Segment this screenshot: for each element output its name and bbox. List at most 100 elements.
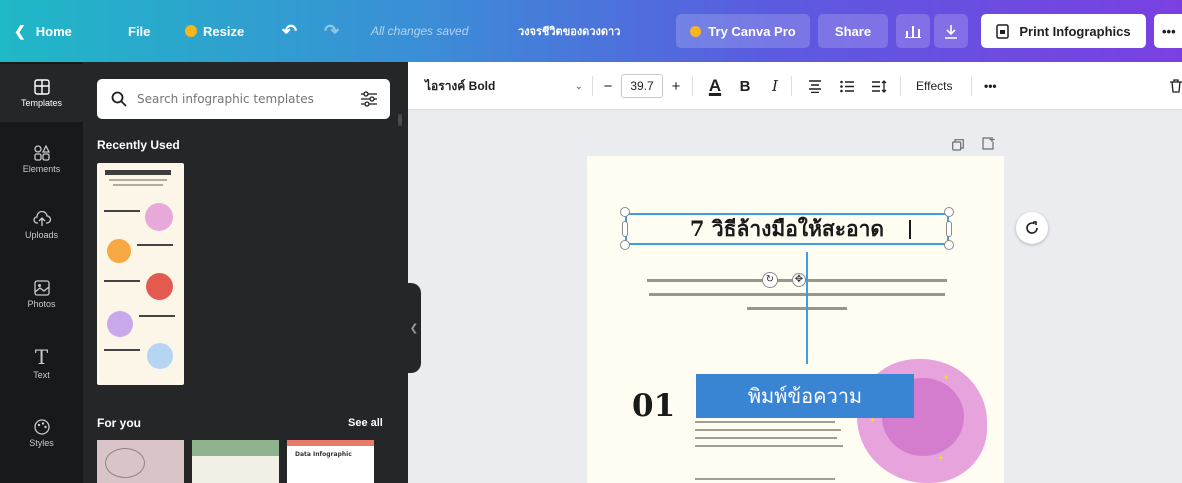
panel-scrollbar[interactable] — [398, 114, 402, 126]
chevron-down-icon: ⌄ — [574, 80, 583, 92]
trash-icon[interactable] — [1170, 62, 1182, 110]
divider — [971, 76, 972, 96]
file-menu[interactable]: File — [128, 0, 150, 62]
insights-icon[interactable] — [896, 14, 930, 48]
text-line — [649, 293, 945, 296]
italic-button[interactable]: I — [766, 62, 784, 110]
resize-handle[interactable] — [622, 221, 628, 237]
rail-item-text[interactable]: T Text — [0, 334, 83, 392]
text-icon: T — [34, 344, 49, 369]
footer-line — [695, 478, 835, 480]
search-input[interactable] — [137, 92, 342, 106]
canvas-page[interactable]: 7 วิธีล้างมือให้สะอาด ↻ ✥ ✦ ✦ ✦ 01 — [587, 156, 1004, 483]
text-color-button[interactable]: A — [706, 62, 724, 110]
filter-sliders-icon[interactable] — [360, 91, 378, 107]
recent-template-thumbnail[interactable] — [97, 163, 184, 385]
line-spacing-icon[interactable] — [870, 62, 888, 110]
search-box[interactable] — [97, 79, 390, 119]
text-line — [695, 429, 841, 431]
text-toolbar: ไอรางค์ Bold ⌄ − 39.7 + A B I Effects ••… — [408, 62, 1182, 110]
sparkle-icon: ✦ — [937, 454, 945, 464]
rail-label-templates: Templates — [20, 97, 63, 108]
home-label: Home — [35, 23, 72, 39]
redo-icon[interactable]: ↷ — [324, 0, 339, 62]
see-all-link[interactable]: See all — [348, 417, 383, 429]
crown-icon — [185, 25, 197, 37]
print-infographics-button[interactable]: Print Infographics — [981, 14, 1146, 48]
try-pro-label: Try Canva Pro — [708, 23, 796, 39]
thumb-row — [139, 315, 175, 327]
increase-font-size-button[interactable]: + — [666, 62, 686, 110]
font-family-dropdown[interactable]: ไอรางค์ Bold ⌄ — [425, 62, 583, 110]
rail-item-uploads[interactable]: Uploads — [0, 196, 83, 254]
thumb-caption: Data Infographic — [295, 451, 352, 458]
resize-handle[interactable] — [620, 240, 630, 250]
rail-label-elements: Elements — [22, 163, 61, 174]
recently-used-heading: Recently Used — [97, 138, 180, 152]
thumb-decoration — [105, 448, 145, 478]
try-canva-pro-button[interactable]: Try Canva Pro — [676, 14, 810, 48]
resize-label: Resize — [203, 23, 245, 39]
type-text-callout: พิมพ์ข้อความ — [696, 374, 914, 418]
chevron-left-icon: ❮ — [409, 322, 419, 334]
rail-item-styles[interactable]: Styles — [0, 404, 83, 462]
share-button[interactable]: Share — [818, 14, 888, 48]
crown-icon — [690, 25, 702, 37]
move-handle[interactable]: ✥ — [792, 273, 806, 287]
step-paragraph[interactable] — [695, 419, 845, 455]
list-icon[interactable] — [838, 62, 856, 110]
undo-icon[interactable]: ↶ — [282, 0, 297, 62]
for-you-heading: For you — [97, 416, 141, 430]
decrease-font-size-button[interactable]: − — [598, 62, 618, 110]
document-title[interactable]: วงจรชีวิตของดวงดาว — [518, 0, 620, 62]
duplicate-page-icon[interactable] — [952, 136, 964, 155]
uploads-icon — [32, 210, 51, 226]
font-size-field[interactable]: 39.7 — [621, 74, 663, 98]
left-rail: Templates Elements Uploads Photos T Text… — [0, 62, 83, 483]
selected-title-textbox[interactable]: 7 วิธีล้างมือให้สะอาด — [625, 213, 949, 245]
step-number[interactable]: 01 — [632, 388, 675, 424]
template-thumbnail[interactable] — [192, 440, 279, 483]
refresh-button[interactable] — [1016, 212, 1048, 244]
thumb-blob — [146, 273, 173, 300]
divider — [692, 76, 693, 96]
text-color-icon: A — [708, 76, 722, 95]
alignment-guide — [806, 252, 808, 364]
text-line — [695, 437, 837, 439]
home-button[interactable]: ❮ Home — [14, 0, 72, 62]
sparkle-icon: ✦ — [942, 373, 951, 384]
divider — [791, 76, 792, 96]
align-center-icon[interactable] — [806, 62, 824, 110]
thumb-blob — [107, 311, 133, 337]
font-name: ไอรางค์ Bold — [425, 78, 496, 93]
thumb-row — [104, 210, 140, 222]
resize-button[interactable]: Resize — [185, 0, 244, 62]
resize-handle[interactable] — [944, 207, 954, 217]
collapse-panel-handle[interactable]: ❮ — [407, 283, 421, 373]
rail-item-elements[interactable]: Elements — [0, 130, 83, 188]
more-options-button[interactable]: ••• — [1154, 14, 1182, 48]
rail-label-text: Text — [33, 369, 50, 380]
top-bar: ❮ Home File Resize ↶ ↷ All changes saved… — [0, 0, 1182, 62]
template-thumbnail[interactable] — [97, 440, 184, 483]
rail-item-photos[interactable]: Photos — [0, 265, 83, 323]
more-text-options-button[interactable]: ••• — [984, 62, 997, 110]
chevron-left-icon: ❮ — [14, 22, 26, 39]
resize-handle[interactable] — [620, 207, 630, 217]
template-thumbnail[interactable]: Data Infographic — [287, 440, 374, 483]
text-cursor — [909, 220, 911, 239]
thumb-decoration — [287, 440, 374, 446]
download-icon[interactable] — [934, 14, 968, 48]
thumb-blob — [145, 203, 173, 231]
resize-handle[interactable] — [944, 240, 954, 250]
resize-handle[interactable] — [946, 221, 952, 237]
bold-button[interactable]: B — [736, 62, 754, 110]
add-page-icon[interactable] — [982, 135, 995, 154]
rail-item-templates[interactable]: Templates — [0, 64, 83, 122]
effects-button[interactable]: Effects — [916, 62, 952, 110]
text-line — [695, 421, 835, 423]
rotate-handle[interactable]: ↻ — [762, 272, 778, 288]
templates-panel: Recently Used For you See all D — [83, 62, 408, 483]
rail-label-uploads: Uploads — [24, 229, 59, 240]
divider — [900, 76, 901, 96]
